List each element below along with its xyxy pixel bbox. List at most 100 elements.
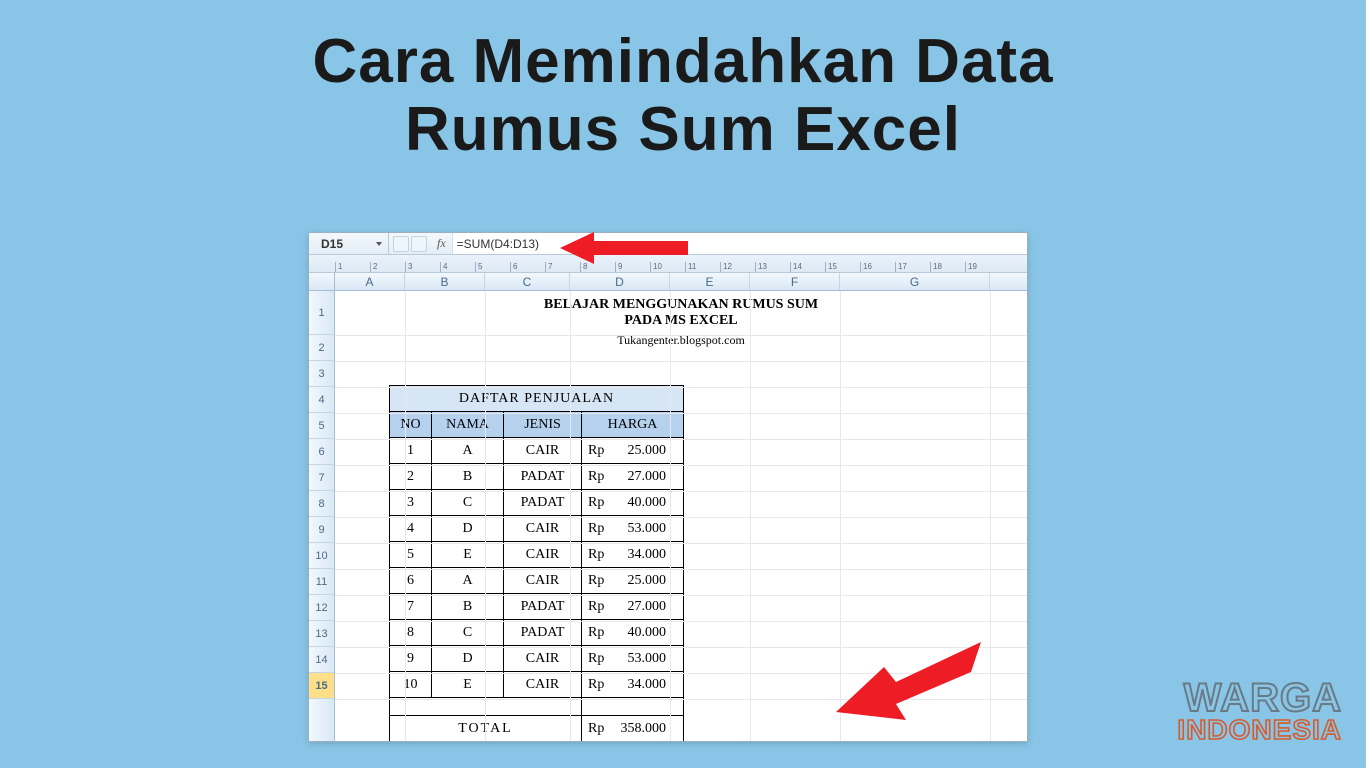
ruler-tick: 16: [860, 262, 895, 272]
column-header[interactable]: B: [405, 273, 485, 290]
cell-nama[interactable]: E: [432, 542, 504, 568]
cell-nama[interactable]: B: [432, 594, 504, 620]
ruler-tick: 9: [615, 262, 650, 272]
row-header[interactable]: 1: [309, 291, 334, 335]
cell-harga[interactable]: Rp27.000: [582, 594, 684, 620]
ruler-tick: 19: [965, 262, 1000, 272]
cell-no[interactable]: 3: [390, 490, 432, 516]
cell-nama[interactable]: D: [432, 646, 504, 672]
cell-no[interactable]: 2: [390, 464, 432, 490]
cell-no[interactable]: 10: [390, 672, 432, 698]
formula-input[interactable]: =SUM(D4:D13): [452, 233, 1027, 254]
cell-harga[interactable]: Rp40.000: [582, 490, 684, 516]
cell-harga[interactable]: Rp40.000: [582, 620, 684, 646]
cell-harga[interactable]: Rp34.000: [582, 672, 684, 698]
spacer-row: [390, 698, 684, 716]
cell-harga[interactable]: Rp53.000: [582, 646, 684, 672]
ruler-tick: 3: [405, 262, 440, 272]
table-title: DAFTAR PENJUALAN: [390, 386, 684, 412]
table-row: 6ACAIRRp25.000: [390, 568, 684, 594]
column-headers: ABCDEFG: [309, 273, 1027, 291]
ruler-tick: 7: [545, 262, 580, 272]
table-title-row: DAFTAR PENJUALAN: [390, 386, 684, 412]
row-header[interactable]: 2: [309, 335, 334, 361]
table-row: 1ACAIRRp25.000: [390, 438, 684, 464]
row-header[interactable]: 12: [309, 595, 334, 621]
cell-nama[interactable]: D: [432, 516, 504, 542]
row-header[interactable]: 11: [309, 569, 334, 595]
row-header[interactable]: 6: [309, 439, 334, 465]
ruler-tick: 5: [475, 262, 510, 272]
ruler-tick: 1: [335, 262, 370, 272]
fx-icon[interactable]: fx: [431, 236, 452, 251]
cell-no[interactable]: 6: [390, 568, 432, 594]
cell-nama[interactable]: B: [432, 464, 504, 490]
ruler-tick: 6: [510, 262, 545, 272]
page-title: Cara Memindahkan Data Rumus Sum Excel: [0, 0, 1366, 164]
cell-no[interactable]: 9: [390, 646, 432, 672]
cell-harga[interactable]: Rp34.000: [582, 542, 684, 568]
total-row: TOTALRp358.000: [390, 716, 684, 742]
watermark: WARGA INDONESIA: [1177, 679, 1342, 744]
column-header[interactable]: F: [750, 273, 840, 290]
select-all-corner[interactable]: [309, 273, 335, 290]
ruler-tick: 11: [685, 262, 720, 272]
watermark-line-2: INDONESIA: [1177, 717, 1342, 744]
cell-no[interactable]: 4: [390, 516, 432, 542]
col-header-harga: HARGA: [582, 412, 684, 438]
sheet[interactable]: BELAJAR MENGGUNAKAN RUMUS SUM PADA MS EX…: [335, 291, 1027, 741]
ruler-tick: 17: [895, 262, 930, 272]
row-header[interactable]: 10: [309, 543, 334, 569]
column-header[interactable]: G: [840, 273, 990, 290]
cancel-icon[interactable]: [393, 236, 409, 252]
title-line-2: Rumus Sum Excel: [0, 96, 1366, 164]
cell-harga[interactable]: Rp27.000: [582, 464, 684, 490]
ruler-tick: 2: [370, 262, 405, 272]
cell-no[interactable]: 1: [390, 438, 432, 464]
ruler-tick: 15: [825, 262, 860, 272]
column-header[interactable]: E: [670, 273, 750, 290]
table-row: 10ECAIRRp34.000: [390, 672, 684, 698]
cell-nama[interactable]: E: [432, 672, 504, 698]
cell-harga[interactable]: Rp25.000: [582, 568, 684, 594]
ruler-tick: 14: [790, 262, 825, 272]
row-headers: 123456789101112131415: [309, 291, 335, 741]
table-header-row: NO NAMA JENIS HARGA: [390, 412, 684, 438]
cell-nama[interactable]: C: [432, 620, 504, 646]
doc-title-2: PADA MS EXCEL: [335, 313, 1027, 329]
row-header[interactable]: 14: [309, 647, 334, 673]
cell-nama[interactable]: C: [432, 490, 504, 516]
ruler-tick: 4: [440, 262, 475, 272]
row-header[interactable]: 7: [309, 465, 334, 491]
row-header[interactable]: 5: [309, 413, 334, 439]
formula-bar: D15 fx =SUM(D4:D13): [309, 233, 1027, 255]
cell-no[interactable]: 8: [390, 620, 432, 646]
cell-nama[interactable]: A: [432, 438, 504, 464]
row-header[interactable]: 13: [309, 621, 334, 647]
column-header[interactable]: A: [335, 273, 405, 290]
table-row: 7BPADATRp27.000: [390, 594, 684, 620]
col-header-nama: NAMA: [432, 412, 504, 438]
ruler-tick: 12: [720, 262, 755, 272]
title-line-1: Cara Memindahkan Data: [0, 28, 1366, 96]
col-header-no: NO: [390, 412, 432, 438]
cell-harga[interactable]: Rp53.000: [582, 516, 684, 542]
enter-icon[interactable]: [411, 236, 427, 252]
cell-no[interactable]: 7: [390, 594, 432, 620]
table-row: 4DCAIRRp53.000: [390, 516, 684, 542]
row-header[interactable]: 3: [309, 361, 334, 387]
total-value-cell[interactable]: Rp358.000: [582, 716, 684, 742]
column-header[interactable]: D: [570, 273, 670, 290]
cell-harga[interactable]: Rp25.000: [582, 438, 684, 464]
cell-nama[interactable]: A: [432, 568, 504, 594]
row-header[interactable]: 15: [309, 673, 334, 699]
ruler-tick: 10: [650, 262, 685, 272]
row-header[interactable]: 8: [309, 491, 334, 517]
row-header[interactable]: 9: [309, 517, 334, 543]
cell-no[interactable]: 5: [390, 542, 432, 568]
column-header[interactable]: C: [485, 273, 570, 290]
name-box[interactable]: D15: [309, 233, 389, 254]
table-row: 3CPADATRp40.000: [390, 490, 684, 516]
row-header[interactable]: 4: [309, 387, 334, 413]
table-row: 5ECAIRRp34.000: [390, 542, 684, 568]
